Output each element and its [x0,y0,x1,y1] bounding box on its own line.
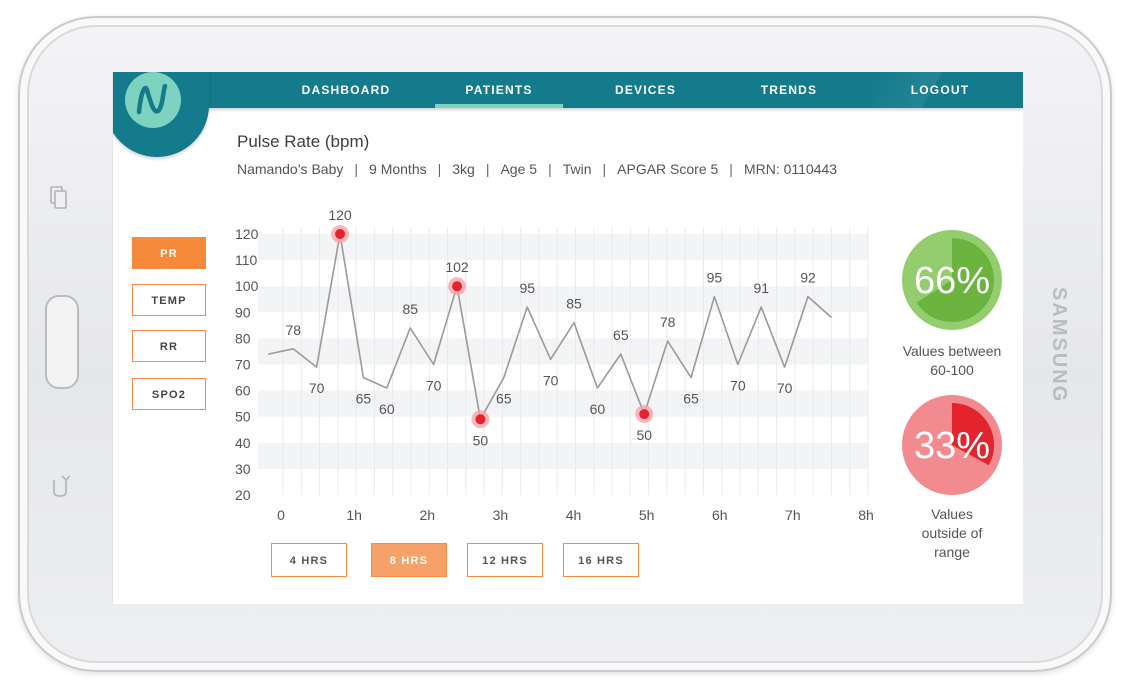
nav-trends[interactable]: TRENDS [749,72,829,108]
data-label: 91 [753,280,769,296]
metric-temp-button[interactable]: TEMP [132,284,206,316]
in-range-gauge: 66% [902,230,1002,330]
data-label: 70 [309,380,325,396]
out-of-range-label-line: Values [931,506,973,522]
in-range-label-line: Values between [902,343,1002,359]
out-of-range-label-line: range [934,544,970,560]
y-tick-label: 20 [235,487,251,503]
top-nav: DASHBOARD PATIENTS DEVICES TRENDS LOGOUT [113,72,1023,108]
nav-dashboard[interactable]: DASHBOARD [296,72,396,108]
alert-marker [452,281,463,292]
data-label: 65 [683,391,699,407]
range-12hrs-button[interactable]: 12 HRS [467,543,543,577]
meta-divider: | [437,161,442,177]
data-label: 65 [356,391,372,407]
x-tick-label: 5h [639,507,655,523]
data-label: 70 [543,372,559,388]
meta-divider: | [729,161,733,177]
nav-devices[interactable]: DEVICES [603,72,688,108]
patient-twin: Twin [562,161,592,177]
data-label: 65 [613,327,629,343]
patient-name: Namando’s Baby [237,161,344,177]
recent-apps-icon[interactable] [50,186,68,210]
y-tick-label: 30 [235,461,251,477]
data-label: 70 [777,380,793,396]
x-tick-label: 1h [346,507,362,523]
patient-age: Age 5 [500,161,538,177]
meta-divider: | [485,161,490,177]
patient-age-months: 9 Months [369,161,427,177]
data-label: 50 [473,432,489,448]
out-of-range-gauge: 33% [902,395,1002,495]
out-of-range-label-line: outside of [921,525,983,541]
y-tick-label: 80 [235,330,251,346]
metric-spo2-button[interactable]: SPO2 [132,378,206,410]
home-button[interactable] [45,295,79,389]
data-label: 65 [496,391,512,407]
data-label: 78 [285,322,301,338]
metric-rr-button[interactable]: RR [132,330,206,362]
logo-icon [125,72,181,128]
pulse-rate-chart: 20 30 40 50 60 70 80 90 100 110 120 0 1h 2h 3h 4h 5h 6h 7h… [235,207,874,523]
in-range-label-line: 60-100 [930,362,974,378]
x-tick-label: 7h [785,507,801,523]
x-tick-label: 4h [566,507,582,523]
data-label: 70 [730,378,746,394]
data-label: 78 [660,314,676,330]
x-tick-label: 3h [493,507,509,523]
y-tick-label: 120 [235,226,259,242]
metric-pr-button[interactable]: PR [132,237,206,269]
x-tick-label: 8h [858,507,874,523]
patient-mrn: MRN: 0110443 [743,161,838,177]
meta-divider: | [354,161,359,177]
patient-apgar: APGAR Score 5 [617,161,719,177]
data-label: 120 [328,207,352,223]
patient-meta: Namando’s Baby | 9 Months | 3kg | Age 5 | Twin | A… [237,161,837,177]
y-tick-label: 70 [235,357,251,373]
y-tick-label: 50 [235,409,251,425]
data-label: 92 [800,270,816,286]
range-8hrs-button[interactable]: 8 HRS [371,543,447,577]
page-title: Pulse Rate (bpm) [237,132,370,151]
data-label: 95 [519,280,535,296]
back-icon[interactable] [50,472,71,498]
y-tick-label: 90 [235,304,251,320]
data-label: 50 [636,427,652,443]
gauge-value: 33% [914,425,990,467]
alert-marker [639,409,650,420]
y-tick-label: 60 [235,383,251,399]
nav-patients[interactable]: PATIENTS [435,72,563,108]
data-label: 95 [707,270,723,286]
in-range-label: Values between 60-100 [887,342,1017,380]
range-16hrs-button[interactable]: 16 HRS [563,543,639,577]
data-label: 85 [566,296,582,312]
data-label: 85 [402,301,418,317]
x-tick-label: 6h [712,507,728,523]
alert-marker [335,229,346,239]
alert-marker [475,414,486,425]
x-tick-label: 0 [277,507,285,523]
data-label: 102 [445,259,469,275]
data-label: 60 [590,401,606,417]
range-4hrs-button[interactable]: 4 HRS [271,543,347,577]
app-screen: DASHBOARD PATIENTS DEVICES TRENDS LOGOUT… [112,72,1023,604]
app-logo[interactable] [113,72,209,158]
meta-divider: | [548,161,552,177]
y-tick-label: 110 [235,252,258,268]
x-tick-label: 2h [419,507,435,523]
y-tick-label: 100 [235,278,259,294]
meta-divider: | [602,161,607,177]
y-tick-label: 40 [235,435,251,451]
brand-logo: SAMSUNG [1048,286,1070,404]
patient-weight: 3kg [452,161,475,177]
gauge-value: 66% [914,260,990,302]
nav-logout[interactable]: LOGOUT [895,72,985,108]
data-label: 70 [426,378,442,394]
data-label: 60 [379,401,395,417]
out-of-range-label: Values outside of range [887,505,1017,562]
